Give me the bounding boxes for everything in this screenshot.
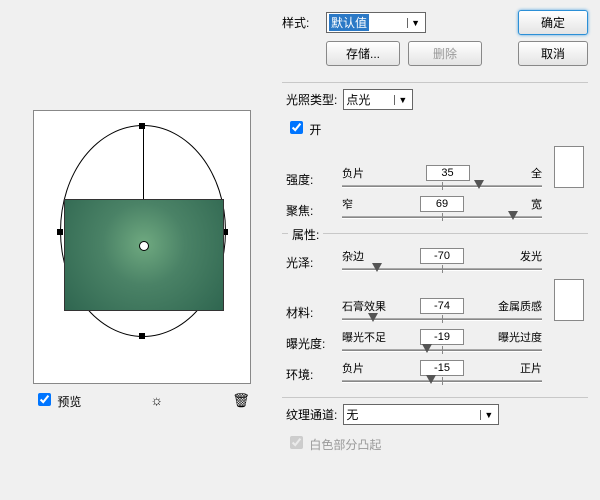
light-type-value: 点光 [346,91,370,108]
chevron-down-icon: ▼ [480,410,496,420]
ambience-right-label: 正片 [520,360,542,376]
style-select[interactable]: 默认值 ▼ [326,12,426,33]
exposure-label: 曝光度: [286,335,336,352]
style-label: 样式: [282,14,318,31]
ambience-slider[interactable] [342,379,542,383]
light-on-checkbox[interactable]: 开 [286,118,321,138]
gloss-value[interactable]: -70 [420,248,464,264]
intensity-right-label: 全 [531,165,542,181]
handle-left[interactable] [57,229,63,235]
material-thumb[interactable] [368,313,378,322]
focus-value[interactable]: 69 [420,196,464,212]
focus-slider[interactable] [342,215,542,219]
ambient-color-swatch[interactable] [554,279,584,321]
ok-button[interactable]: 确定 [518,10,588,35]
style-value: 默认值 [329,14,369,31]
material-slider[interactable] [342,317,542,321]
handle-bottom[interactable] [139,333,145,339]
texture-channel-value: 无 [346,406,358,423]
light-color-swatch[interactable] [554,146,584,188]
preview-canvas[interactable] [33,110,251,384]
light-center-handle[interactable] [139,241,149,251]
handle-top[interactable] [139,123,145,129]
delete-button: 删除 [408,41,482,66]
gloss-left-label: 杂边 [342,248,364,264]
exposure-left-label: 曝光不足 [342,329,386,345]
white-high-input [290,436,303,449]
ambience-left-label: 负片 [342,360,364,376]
intensity-thumb[interactable] [474,180,484,189]
texture-channel-label: 纹理通道: [286,406,337,423]
focus-left-label: 窄 [342,196,353,212]
exposure-slider[interactable] [342,348,542,352]
light-on-label: 开 [309,123,321,137]
ambience-label: 环境: [286,366,336,383]
material-label: 材料: [286,304,336,321]
material-left-label: 石膏效果 [342,298,386,314]
gloss-right-label: 发光 [520,248,542,264]
light-on-input[interactable] [290,121,303,134]
white-high-label: 白色部分凸起 [309,438,381,452]
chevron-down-icon: ▼ [394,95,410,105]
intensity-label: 强度: [286,171,336,188]
store-button[interactable]: 存储... [326,41,400,66]
white-high-checkbox: 白色部分凸起 [286,433,381,453]
gloss-thumb[interactable] [372,263,382,272]
focus-label: 聚焦: [286,202,336,219]
intensity-value[interactable]: 35 [426,165,470,181]
gloss-label: 光泽: [286,254,336,271]
cancel-button[interactable]: 取消 [518,41,588,66]
material-right-label: 金属质感 [498,298,542,314]
preview-check-input[interactable] [38,393,51,406]
gloss-slider[interactable] [342,267,542,271]
exposure-thumb[interactable] [422,344,432,353]
intensity-left-label: 负片 [342,165,364,181]
exposure-right-label: 曝光过度 [498,329,542,345]
light-type-select[interactable]: 点光 ▼ [343,89,413,110]
intensity-slider[interactable] [342,184,542,188]
focus-right-label: 宽 [531,196,542,212]
ambience-thumb[interactable] [426,375,436,384]
material-value[interactable]: -74 [420,298,464,314]
lightbulb-icon[interactable]: ☼ [150,392,163,408]
texture-channel-select[interactable]: 无 ▼ [343,404,499,425]
preview-label: 预览 [57,395,81,409]
chevron-down-icon: ▼ [407,18,423,28]
exposure-value[interactable]: -19 [420,329,464,345]
ambience-value[interactable]: -15 [420,360,464,376]
preview-image [64,199,224,311]
properties-group-label: 属性: [288,226,323,243]
light-type-label: 光照类型: [286,91,337,108]
focus-thumb[interactable] [508,211,518,220]
preview-checkbox[interactable]: 预览 [34,390,81,410]
trash-icon[interactable]: 🗑 [232,392,250,409]
